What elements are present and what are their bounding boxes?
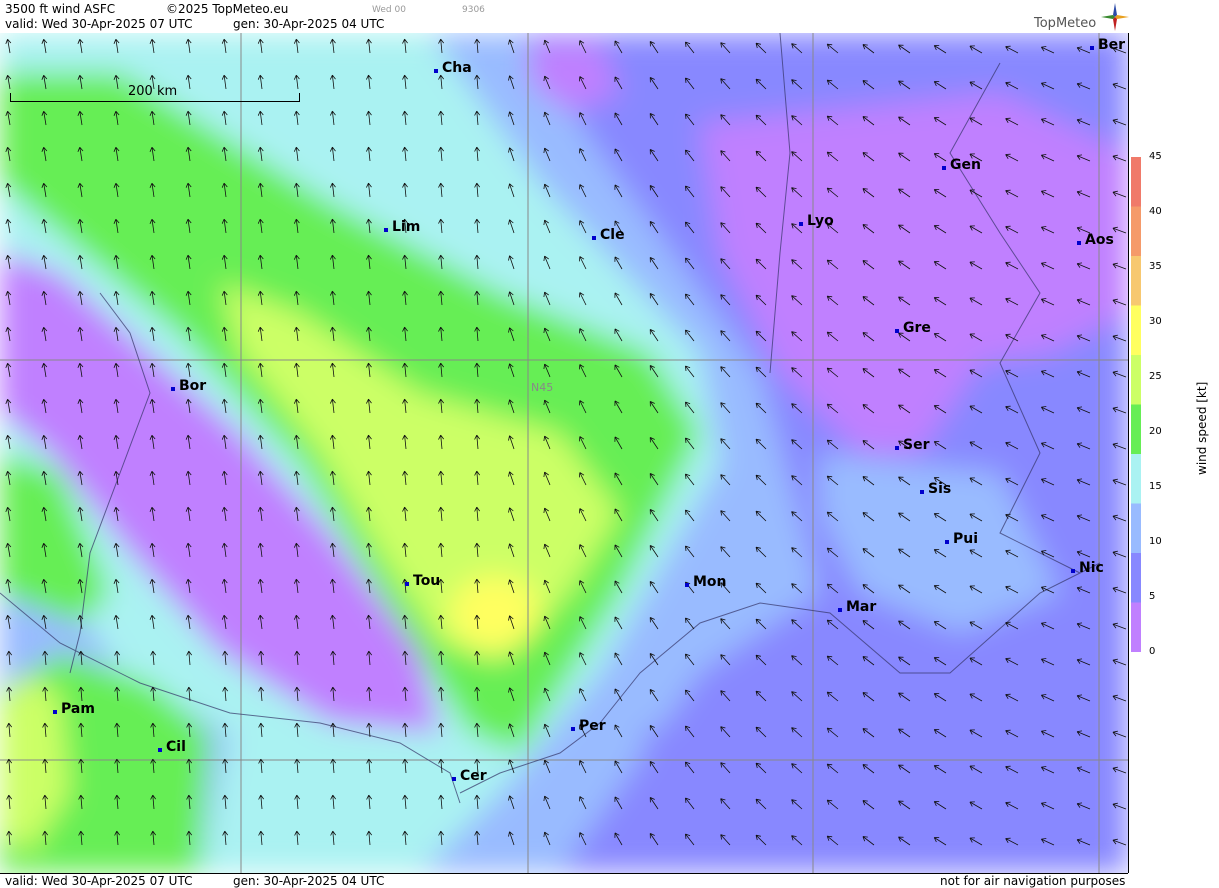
city-label: Tou <box>413 573 441 589</box>
city-label: Mar <box>846 599 877 615</box>
city-label: Bor <box>179 378 207 394</box>
legend-tick: 25 <box>1149 371 1162 382</box>
disclaimer-text: not for air navigation purposes <box>940 874 1126 888</box>
city-marker <box>384 228 388 232</box>
legend-tick: 0 <box>1149 646 1156 657</box>
latitude-label: N45 <box>531 381 554 394</box>
product-code: 9306 <box>462 5 485 15</box>
city-marker <box>171 387 175 391</box>
copyright-text: ©2025 TopMeteo.eu <box>166 2 289 16</box>
legend-tick: 20 <box>1149 426 1162 437</box>
run-tag: Wed 00 <box>372 5 406 15</box>
city-label: Gre <box>903 320 931 336</box>
city-marker <box>158 748 162 752</box>
legend-tick: 30 <box>1149 316 1162 327</box>
city-marker <box>1071 569 1075 573</box>
compass-star-icon <box>1101 3 1129 31</box>
product-title: 3500 ft wind ASFC <box>5 2 116 16</box>
city-marker <box>571 727 575 731</box>
city-label: Cle <box>600 227 625 243</box>
footer: valid: Wed 30-Apr-2025 07 UTC gen: 30-Ap… <box>0 873 1128 888</box>
city-marker <box>1077 241 1081 245</box>
city-marker <box>895 329 899 333</box>
city-marker <box>945 540 949 544</box>
city-label: Lyo <box>807 213 834 229</box>
city-label: Sis <box>928 481 952 497</box>
footer-generated-time: gen: 30-Apr-2025 04 UTC <box>233 874 385 888</box>
city-label: Per <box>579 718 606 734</box>
city-label: Pui <box>953 531 979 547</box>
legend-tick: 5 <box>1149 591 1156 602</box>
legend-tick: 35 <box>1149 261 1162 272</box>
legend-tick: 15 <box>1149 481 1162 492</box>
city-label: Cil <box>166 739 186 755</box>
scale-label: 200 km <box>128 84 178 99</box>
city-marker <box>452 777 456 781</box>
city-label: Lim <box>392 219 421 235</box>
legend-tick: 10 <box>1149 536 1162 547</box>
city-label: Aos <box>1085 232 1114 248</box>
city-marker <box>434 69 438 73</box>
city-marker <box>405 582 409 586</box>
city-marker <box>1090 46 1094 50</box>
city-marker <box>942 166 946 170</box>
topmeteo-logo: TopMeteo <box>1034 3 1129 31</box>
city-label: Ser <box>903 437 930 453</box>
legend-tick: 40 <box>1149 206 1162 217</box>
city-marker <box>685 583 689 587</box>
city-label: Ber <box>1098 37 1126 53</box>
city-marker <box>799 222 803 226</box>
city-label: Mon <box>693 574 727 590</box>
wind-map[interactable]: 200 km N45 Cha Ber Lim Cle Lyo Gen Aos Gre Bor Se… <box>0 33 1129 873</box>
city-label: Pam <box>61 701 95 717</box>
city-label: Nic <box>1079 560 1104 576</box>
footer-valid-time: valid: Wed 30-Apr-2025 07 UTC <box>5 874 193 888</box>
city-label: Cha <box>442 60 472 76</box>
city-label: Cer <box>460 768 487 784</box>
generated-time: gen: 30-Apr-2025 04 UTC <box>233 17 385 31</box>
city-label: Gen <box>950 157 981 173</box>
logo-text: TopMeteo <box>1034 16 1097 31</box>
city-marker <box>895 446 899 450</box>
city-marker <box>838 608 842 612</box>
legend-title: wind speed [kt] <box>1195 381 1209 475</box>
city-marker <box>592 236 596 240</box>
city-marker <box>53 710 57 714</box>
city-marker <box>920 490 924 494</box>
valid-time: valid: Wed 30-Apr-2025 07 UTC <box>5 17 193 31</box>
legend-tick: 45 <box>1149 151 1162 162</box>
legend-colorbar <box>1131 157 1141 652</box>
